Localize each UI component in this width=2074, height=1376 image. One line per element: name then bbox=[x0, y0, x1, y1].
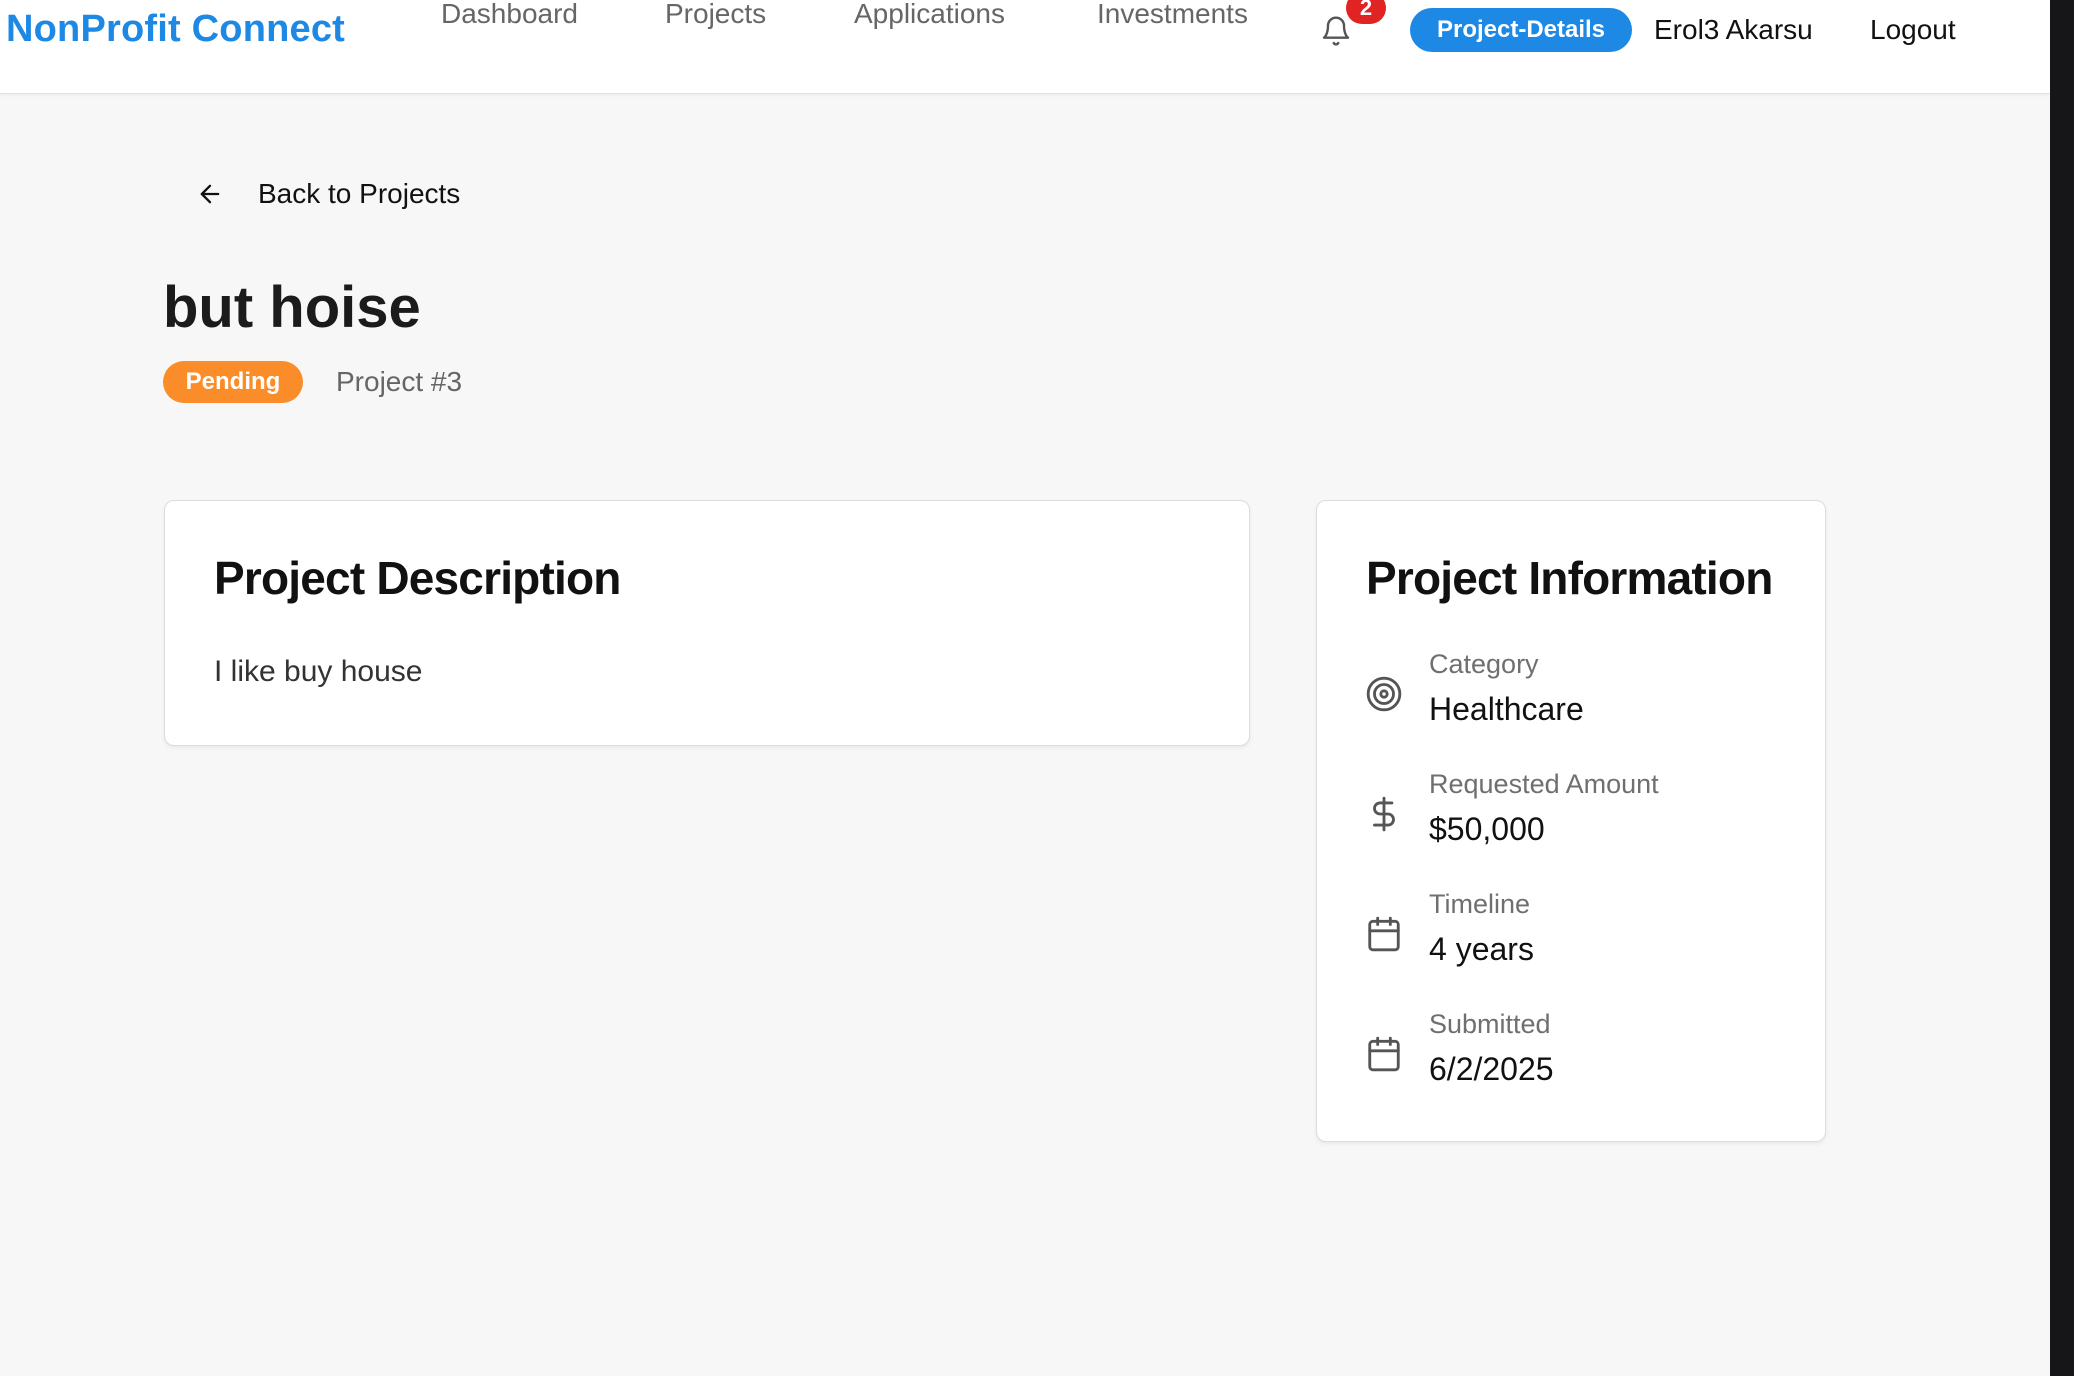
nav-projects[interactable]: Projects bbox=[665, 0, 766, 30]
info-label: Requested Amount bbox=[1429, 769, 1659, 799]
status-badge: Pending bbox=[163, 361, 303, 403]
info-value: 6/2/2025 bbox=[1429, 1051, 1554, 1087]
description-heading: Project Description bbox=[214, 552, 621, 604]
info-label: Submitted bbox=[1429, 1009, 1551, 1039]
page-viewport: NonProfit Connect Dashboard Projects App… bbox=[0, 0, 2050, 1376]
info-value: 4 years bbox=[1429, 931, 1534, 967]
project-number: Project #3 bbox=[336, 366, 463, 397]
info-row-category: Category Healthcare bbox=[1365, 649, 1805, 739]
information-heading: Project Information bbox=[1366, 552, 1773, 604]
page-title: but hoise bbox=[163, 275, 421, 340]
back-to-projects-link[interactable]: Back to Projects bbox=[196, 178, 460, 210]
info-label: Timeline bbox=[1429, 889, 1531, 919]
info-row-requested-amount: Requested Amount $50,000 bbox=[1365, 769, 1805, 859]
target-icon bbox=[1366, 676, 1402, 712]
brand-logo[interactable]: NonProfit Connect bbox=[6, 8, 345, 51]
user-name[interactable]: Erol3 Akarsu bbox=[1654, 14, 1813, 46]
info-value: $50,000 bbox=[1429, 811, 1545, 847]
dollar-icon bbox=[1373, 796, 1395, 832]
info-row-submitted: Submitted 6/2/2025 bbox=[1365, 1009, 1805, 1099]
calendar-icon bbox=[1368, 916, 1400, 952]
arrow-left-icon bbox=[200, 184, 220, 204]
project-details-pill[interactable]: Project-Details bbox=[1410, 8, 1632, 52]
top-navbar: NonProfit Connect Dashboard Projects App… bbox=[0, 0, 2050, 94]
nav-investments[interactable]: Investments bbox=[1097, 0, 1248, 30]
info-value: Healthcare bbox=[1429, 691, 1584, 727]
window-edge bbox=[2050, 0, 2074, 1376]
logout-button[interactable]: Logout bbox=[1870, 14, 1956, 46]
back-link-label: Back to Projects bbox=[258, 178, 461, 209]
project-information-card: Project Information Category Healthcare … bbox=[1316, 500, 1826, 1142]
notification-count-badge: 2 bbox=[1346, 0, 1386, 24]
description-text: I like buy house bbox=[214, 655, 423, 688]
info-row-timeline: Timeline 4 years bbox=[1365, 889, 1805, 979]
nav-applications[interactable]: Applications bbox=[854, 0, 1005, 30]
calendar-icon bbox=[1368, 1036, 1400, 1072]
project-description-card: Project Description I like buy house bbox=[164, 500, 1250, 746]
info-label: Category bbox=[1429, 649, 1539, 679]
nav-dashboard[interactable]: Dashboard bbox=[441, 0, 578, 30]
